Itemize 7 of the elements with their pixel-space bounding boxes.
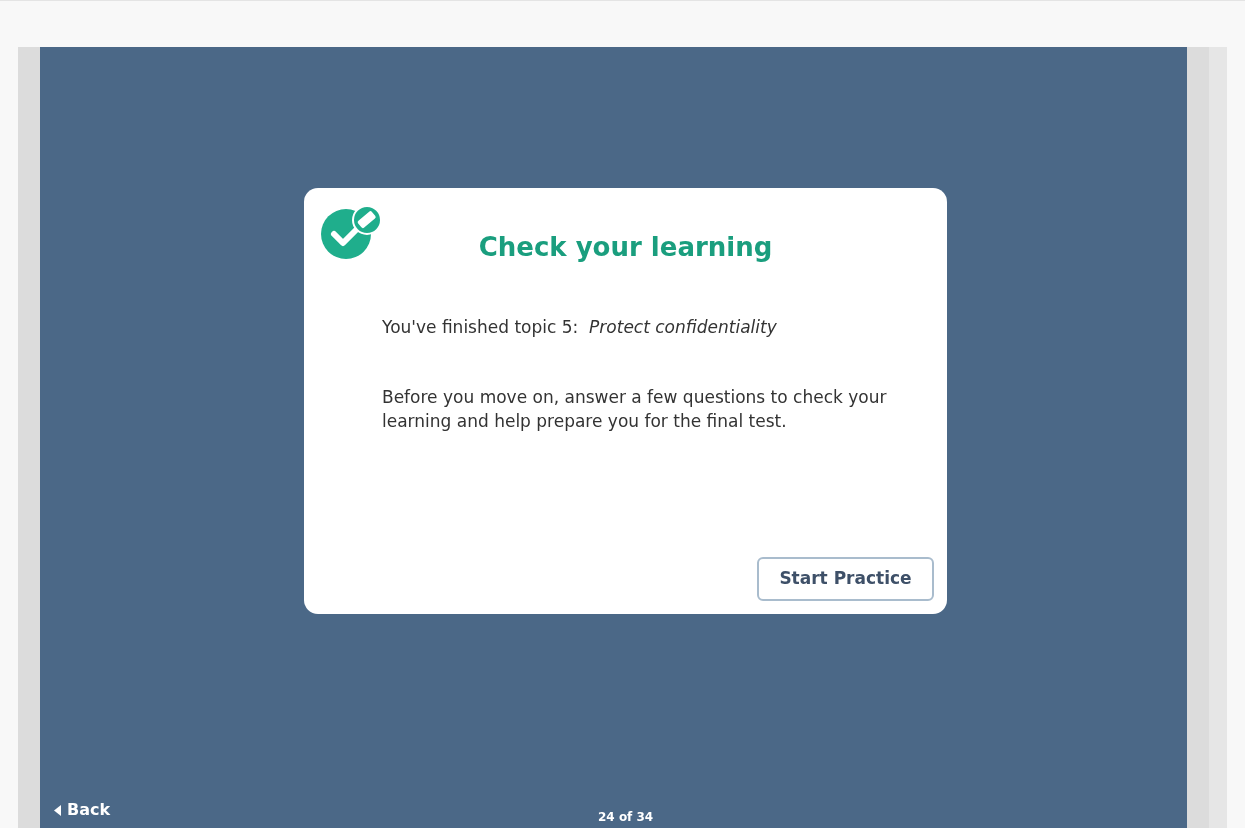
body-text: You've finished topic 5: Protect confidentiality xyxy=(382,316,778,339)
body-text: Before you move on, answer a few questions to check your learning and help prepare you for the final test. xyxy=(382,386,887,433)
card-title: Check your learning xyxy=(477,231,774,264)
back-link[interactable]: Back xyxy=(67,798,111,822)
page-counter: 24 of 34 xyxy=(598,809,654,826)
start-practice-button[interactable]: Start Practice xyxy=(757,557,934,601)
back-arrow-icon xyxy=(54,804,61,816)
